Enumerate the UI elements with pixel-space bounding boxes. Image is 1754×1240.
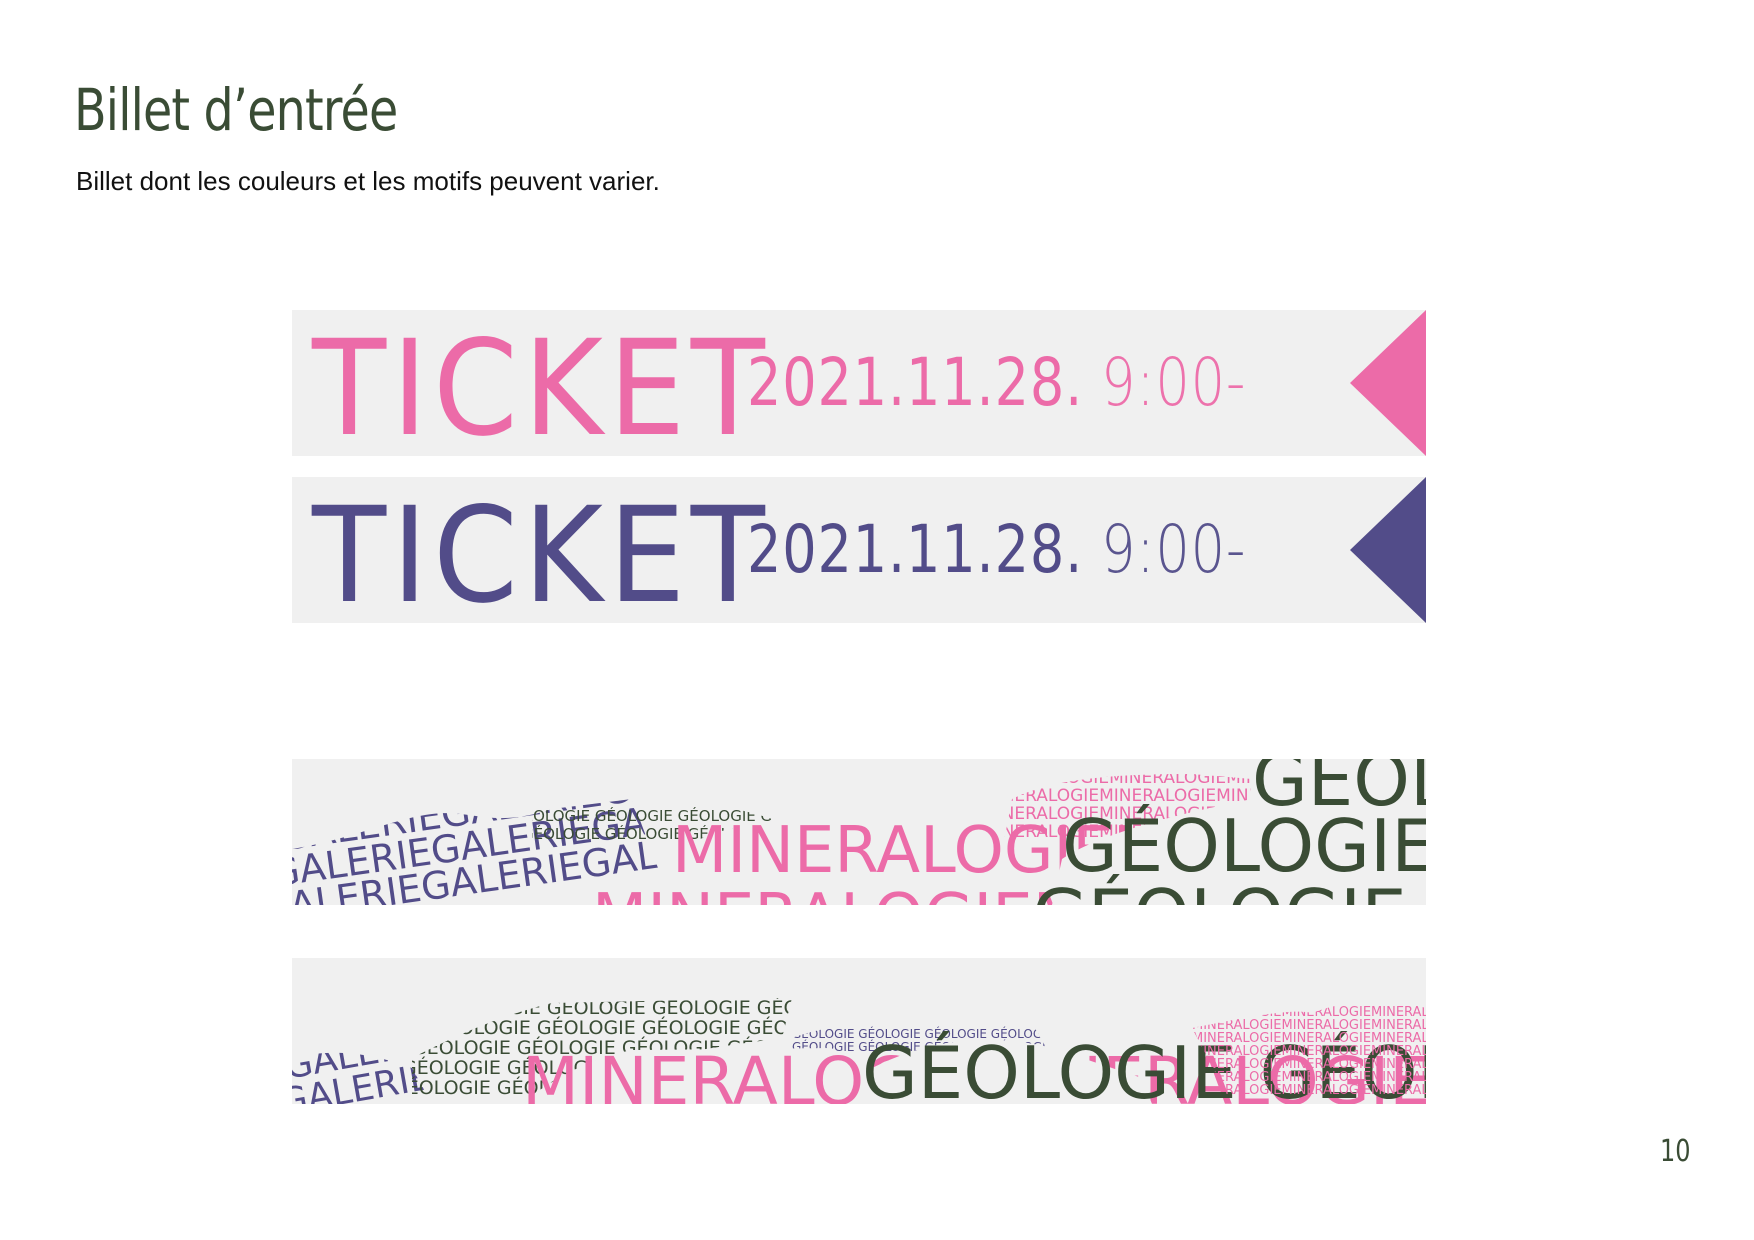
pattern-geologie: GÉOLOGIE GÉOLOGIE GÉOLOGIE GÉOLOGIE xyxy=(442,996,856,1019)
ticket-date: 2021.11.28. xyxy=(747,344,1084,421)
ticket-datetime: 2021.11.28. 9:00-10:00 xyxy=(747,310,1304,456)
pattern-geologie-big: GÉOLOGIE GÉOLOGIE xyxy=(1032,874,1426,905)
pattern-geologie-big: GÉOLOGIE GÉOLOGIE xyxy=(1252,759,1426,822)
page-subtitle: Billet dont les couleurs et les motifs p… xyxy=(76,166,660,196)
ticket-datetime: 2021.11.28. 9:00-10:00 xyxy=(747,477,1304,623)
arrow-left-icon xyxy=(1350,477,1426,623)
pattern-banner-2: GALERIEGALERIEGALERIEGALERIE GALERIEGALE… xyxy=(292,958,1426,1104)
pattern-banner-1: GALERIEGALERIEGALERIEGALERIE GALERIEGALE… xyxy=(292,759,1426,905)
page-number: 10 xyxy=(1660,1134,1691,1169)
ticket-purple: TICKET 2021.11.28. 9:00-10:00 xyxy=(292,477,1426,623)
page-title: Billet d’entrée xyxy=(74,76,398,144)
ticket-date: 2021.11.28. xyxy=(747,511,1084,588)
ticket-pink: TICKET 2021.11.28. 9:00-10:00 xyxy=(292,310,1426,456)
ticket-word: TICKET xyxy=(312,312,771,456)
pattern-geologie: GÉOLOGIE GÉOLOGIE GÉOLOGIE GÉOLOGIE xyxy=(432,1016,846,1039)
arrow-left-icon xyxy=(1350,310,1426,456)
ticket-word: TICKET xyxy=(312,479,771,623)
